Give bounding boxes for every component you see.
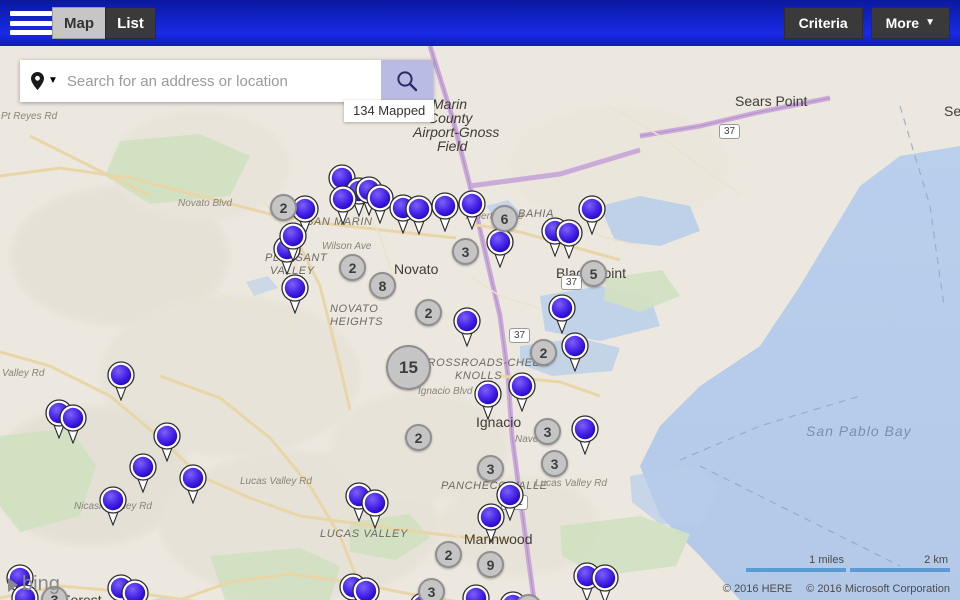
cluster-marker[interactable]: 3 bbox=[452, 238, 479, 265]
listing-pin[interactable] bbox=[560, 332, 590, 372]
search-bar[interactable]: ▼ bbox=[20, 60, 433, 102]
hamburger-bar-2 bbox=[10, 20, 52, 26]
location-pin-icon bbox=[31, 72, 44, 90]
listing-pin[interactable] bbox=[473, 380, 503, 420]
cluster-marker[interactable]: 2 bbox=[415, 299, 442, 326]
listing-pin[interactable] bbox=[120, 579, 150, 600]
cluster-marker[interactable]: 2 bbox=[405, 424, 432, 451]
listing-pin[interactable] bbox=[547, 294, 577, 334]
chevron-down-icon: ▼ bbox=[925, 17, 935, 28]
listing-pin[interactable] bbox=[128, 453, 158, 493]
search-type-selector[interactable]: ▼ bbox=[20, 72, 67, 90]
map-canvas[interactable]: Marin County Airport-Gnoss Field Sears Point… bbox=[0, 46, 960, 600]
hamburger-menu-icon[interactable] bbox=[10, 9, 52, 37]
listing-pin[interactable] bbox=[58, 404, 88, 444]
cluster-marker[interactable]: 6 bbox=[491, 205, 518, 232]
more-button-label: More bbox=[885, 15, 920, 31]
highway-shield: 37 bbox=[509, 328, 531, 343]
cluster-marker[interactable]: 2 bbox=[435, 541, 462, 568]
tab-map-label: Map bbox=[64, 14, 94, 32]
view-tabs[interactable]: Map List bbox=[52, 7, 156, 39]
scale-km: 2 km bbox=[850, 554, 950, 572]
tab-list[interactable]: List bbox=[105, 7, 156, 39]
scale-km-line bbox=[850, 568, 950, 572]
listing-pin[interactable] bbox=[106, 361, 136, 401]
cluster-marker[interactable]: 15 bbox=[386, 345, 431, 390]
listing-pin[interactable] bbox=[461, 584, 491, 600]
bing-play-icon bbox=[8, 577, 18, 592]
search-input[interactable] bbox=[66, 61, 381, 101]
listing-pin[interactable] bbox=[476, 503, 506, 543]
search-type-caret: ▼ bbox=[48, 75, 58, 86]
listing-pin[interactable] bbox=[507, 372, 537, 412]
attribution-here: © 2016 HERE bbox=[722, 583, 793, 595]
listing-pin[interactable] bbox=[457, 190, 487, 230]
scale-bar: 1 miles 2 km bbox=[746, 554, 950, 572]
bing-logo-text: bing bbox=[22, 573, 60, 595]
scale-miles-line bbox=[746, 568, 846, 572]
cluster-marker[interactable]: 3 bbox=[477, 455, 504, 482]
listing-pin[interactable] bbox=[280, 274, 310, 314]
mapped-count-badge: 134 Mapped bbox=[344, 100, 435, 122]
listing-pin[interactable] bbox=[570, 415, 600, 455]
tab-list-label: List bbox=[117, 14, 144, 32]
highway-shield: 37 bbox=[719, 124, 741, 139]
hamburger-bar-1 bbox=[10, 11, 52, 16]
cluster-marker[interactable]: 3 bbox=[418, 578, 445, 600]
listing-pin[interactable] bbox=[178, 464, 208, 504]
listing-pin[interactable] bbox=[351, 577, 381, 600]
bing-logo[interactable]: bing bbox=[8, 573, 60, 596]
scale-miles-label: 1 miles bbox=[809, 554, 844, 566]
listing-pin[interactable] bbox=[590, 564, 620, 600]
cluster-marker[interactable]: 2 bbox=[339, 254, 366, 281]
attribution-microsoft: © 2016 Microsoft Corporation bbox=[806, 583, 950, 595]
criteria-button-label: Criteria bbox=[798, 15, 848, 31]
cluster-marker[interactable]: 2 bbox=[270, 194, 297, 221]
listing-pin[interactable] bbox=[98, 486, 128, 526]
listing-pin[interactable] bbox=[430, 192, 460, 232]
highway-shield: 37 bbox=[561, 275, 583, 290]
header-actions: Criteria More ▼ bbox=[783, 7, 950, 39]
search-icon bbox=[397, 71, 418, 92]
listing-pin[interactable] bbox=[554, 219, 584, 259]
cluster-marker[interactable]: 8 bbox=[369, 272, 396, 299]
cluster-marker[interactable]: 3 bbox=[534, 418, 561, 445]
tab-map[interactable]: Map bbox=[52, 7, 105, 39]
map-attribution: © 2016 HERE © 2016 Microsoft Corporation bbox=[723, 583, 950, 595]
cluster-marker[interactable]: 3 bbox=[541, 450, 568, 477]
more-button[interactable]: More ▼ bbox=[870, 7, 950, 39]
app-header: Map List Criteria More ▼ bbox=[0, 0, 960, 46]
listing-pin[interactable] bbox=[360, 489, 390, 529]
listing-pin[interactable] bbox=[278, 222, 308, 262]
criteria-button[interactable]: Criteria bbox=[783, 7, 863, 39]
scale-miles: 1 miles bbox=[746, 554, 846, 572]
cluster-marker[interactable]: 2 bbox=[530, 339, 557, 366]
listing-pin[interactable] bbox=[485, 228, 515, 268]
cluster-marker[interactable]: 5 bbox=[580, 260, 607, 287]
scale-km-label: 2 km bbox=[924, 554, 948, 566]
search-button[interactable] bbox=[381, 60, 433, 102]
cluster-marker[interactable]: 9 bbox=[477, 551, 504, 578]
listing-pin[interactable] bbox=[452, 307, 482, 347]
hamburger-bar-3 bbox=[10, 30, 52, 35]
